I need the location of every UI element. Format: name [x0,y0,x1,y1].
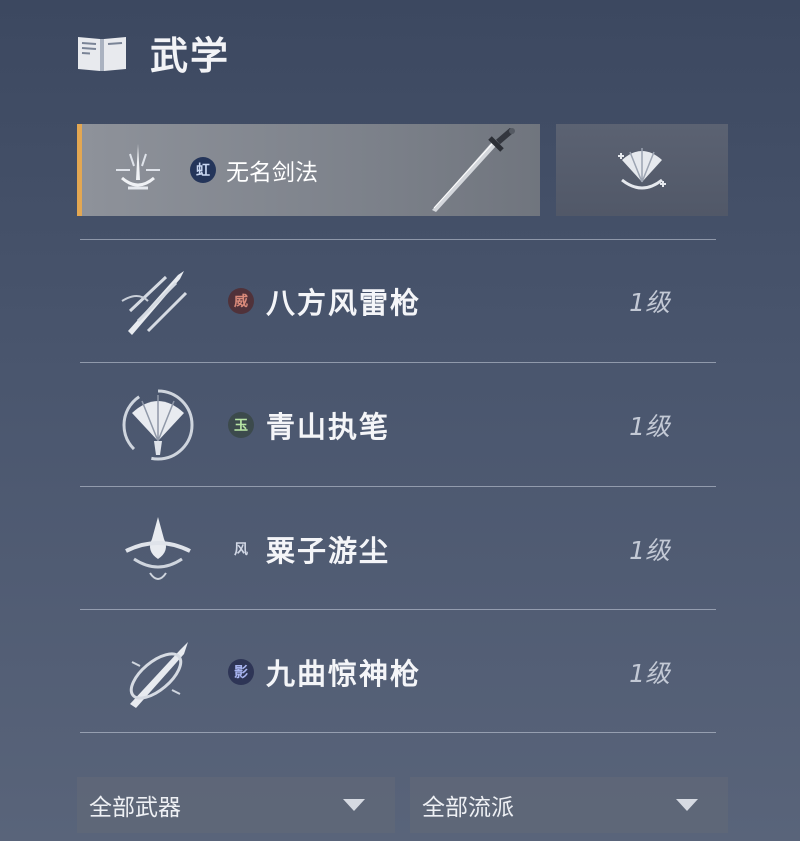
sword-stance-icon [116,144,160,190]
book-icon [78,37,126,71]
skill-name: 九曲惊神枪 [266,657,422,691]
skill-row[interactable]: 玉 青山执笔 1级 [80,364,716,486]
chevron-down-icon [676,799,698,811]
school-badge: 威 [228,288,254,314]
skill-row[interactable]: 风 粟子游尘 1级 [80,488,716,610]
skill-level: 1级 [629,536,670,565]
equipped-skill-name: 无名剑法 [226,160,318,186]
weapon-filter-label: 全部武器 [89,795,181,821]
skill-row[interactable]: 影 九曲惊神枪 1级 [80,611,716,733]
weapon-filter-dropdown[interactable]: 全部武器 [77,777,395,833]
fan-plus-icon [618,148,666,190]
divider [80,732,716,733]
school-badge: 风 [234,542,248,558]
whirl-icon [125,517,191,580]
spear-spiral-icon [129,642,188,708]
school-badge: 影 [228,659,254,685]
skill-name: 粟子游尘 [266,534,391,568]
divider [80,362,716,363]
fan-icon [122,389,194,461]
spear-thrust-icon [121,271,188,335]
page-title: 武学 [150,33,231,78]
secondary-skill-slot[interactable] [556,124,728,216]
school-badge: 虹 [190,157,216,183]
skill-name: 青山执笔 [266,410,391,444]
sword-icon [432,128,515,212]
skill-row[interactable]: 威 八方风雷枪 1级 [80,240,716,362]
header: 武学 [76,28,230,78]
equipped-skill-slot[interactable]: 虹 无名剑法 [77,124,540,216]
school-filter-label: 全部流派 [422,795,514,821]
divider [80,609,716,610]
skill-level: 1级 [629,288,670,317]
skill-level: 1级 [629,412,670,441]
school-filter-dropdown[interactable]: 全部流派 [410,777,728,833]
divider [80,486,716,487]
chevron-down-icon [343,799,365,811]
school-badge: 玉 [228,412,254,438]
skill-name: 八方风雷枪 [266,286,422,320]
skill-level: 1级 [629,659,670,688]
